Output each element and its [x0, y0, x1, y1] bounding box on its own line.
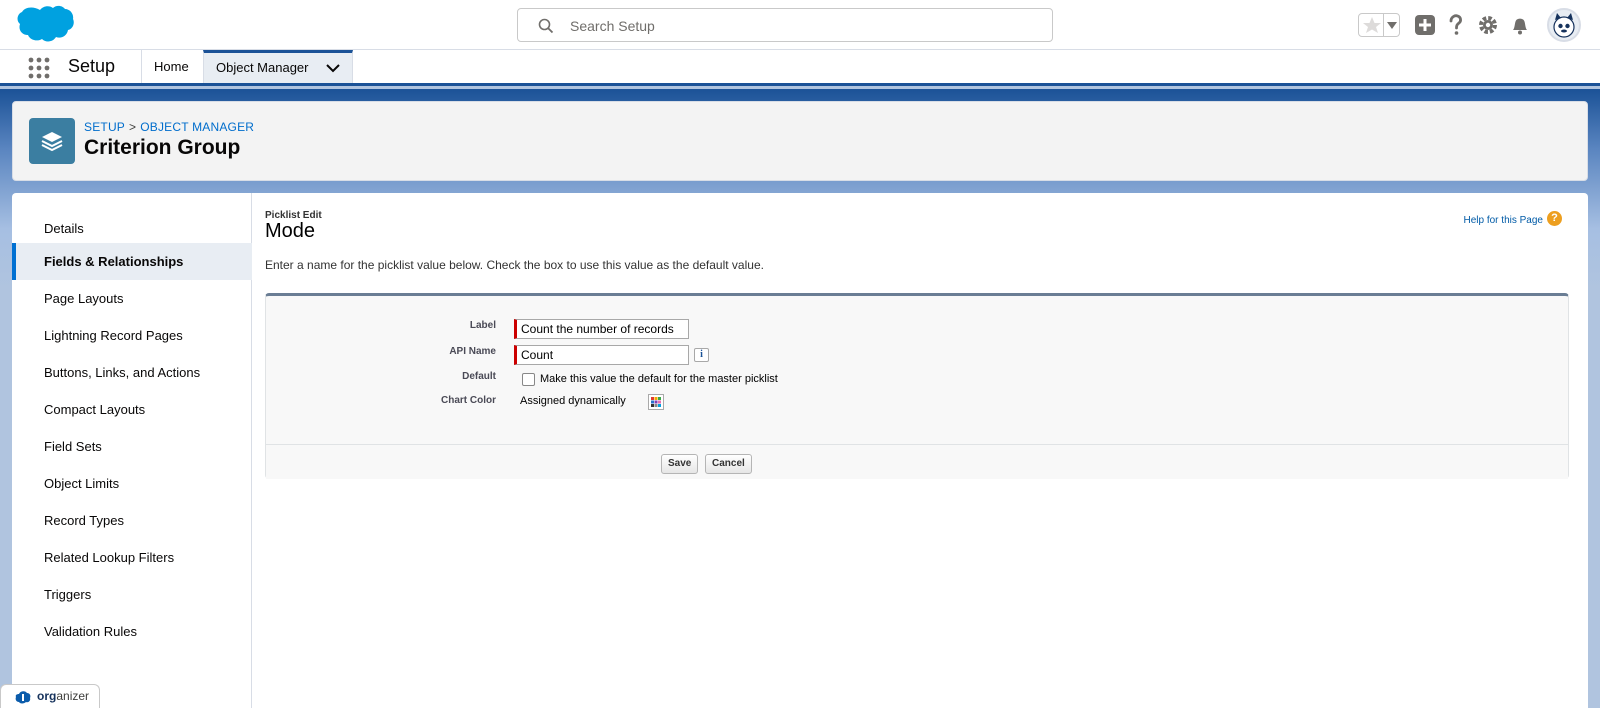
help-link[interactable]: Help for this Page [1464, 215, 1544, 226]
search-icon [538, 18, 554, 34]
left-nav-item-details[interactable]: Details [12, 210, 252, 247]
chart-color-field-label: Chart Color [441, 395, 496, 406]
default-checkbox[interactable] [522, 373, 535, 386]
button-row: Save Cancel [266, 444, 1568, 479]
tab-object-manager[interactable]: Object Manager [203, 50, 353, 83]
organizer-tab[interactable]: organizer [0, 684, 100, 708]
salesforce-logo[interactable] [16, 5, 74, 45]
tab-home[interactable]: Home [141, 50, 203, 83]
tab-label: Object Manager [216, 60, 309, 75]
organizer-label-rest: anizer [56, 689, 90, 703]
left-nav: Details Fields & Relationships Page Layo… [12, 193, 252, 708]
organizer-label: organizer [37, 689, 89, 703]
content-card: Details Fields & Relationships Page Layo… [12, 193, 1588, 708]
label-input[interactable] [514, 319, 689, 339]
divider [1383, 14, 1384, 36]
instructions-text: Enter a name for the picklist value belo… [265, 258, 764, 272]
help-icon[interactable]: ? [1547, 211, 1562, 226]
edit-form: Label API Name i Default Make this value… [265, 293, 1569, 479]
api-name-input[interactable] [514, 345, 689, 365]
add-icon[interactable] [1413, 13, 1437, 37]
chart-color-value: Assigned dynamically [520, 395, 626, 407]
app-nav-bar: Setup Home Object Manager [0, 50, 1600, 86]
breadcrumb-object-manager-link[interactable]: OBJECT MANAGER [140, 120, 254, 134]
breadcrumb-separator: > [129, 120, 137, 134]
page-heading: Mode [265, 220, 316, 242]
info-icon[interactable]: i [694, 348, 709, 362]
left-nav-item-validation-rules[interactable]: Validation Rules [12, 613, 252, 650]
favorites-group[interactable] [1358, 13, 1400, 37]
avatar[interactable] [1547, 8, 1581, 42]
page-title: Criterion Group [84, 136, 241, 159]
left-nav-item-lightning-record-pages[interactable]: Lightning Record Pages [12, 317, 252, 354]
chevron-down-icon[interactable] [326, 63, 340, 73]
avatar-icon [1553, 13, 1575, 38]
color-picker-icon[interactable] [648, 394, 664, 410]
app-launcher-icon[interactable] [28, 57, 50, 79]
left-nav-item-fields-relationships[interactable]: Fields & Relationships [12, 243, 252, 280]
label-field-label: Label [469, 320, 496, 331]
breadcrumb-setup-link[interactable]: SETUP [84, 120, 125, 134]
api-name-field-label: API Name [449, 346, 496, 357]
left-nav-item-buttons-links-actions[interactable]: Buttons, Links, and Actions [12, 354, 252, 391]
left-nav-item-triggers[interactable]: Triggers [12, 576, 252, 613]
global-header [0, 0, 1600, 50]
default-field-label: Default [462, 371, 496, 382]
help-icon[interactable] [1444, 13, 1468, 37]
app-name: Setup [68, 56, 116, 76]
left-nav-item-related-lookup-filters[interactable]: Related Lookup Filters [12, 539, 252, 576]
search-input[interactable] [568, 15, 1028, 37]
main-panel: Picklist Edit Mode Help for this Page ? … [265, 193, 1588, 708]
left-nav-item-compact-layouts[interactable]: Compact Layouts [12, 391, 252, 428]
gear-icon[interactable] [1476, 13, 1500, 37]
object-header: SETUP > OBJECT MANAGER Criterion Group [12, 101, 1588, 181]
left-nav-item-page-layouts[interactable]: Page Layouts [12, 280, 252, 317]
organizer-logo-icon [15, 691, 31, 704]
tab-label: Home [154, 59, 189, 74]
left-nav-item-field-sets[interactable]: Field Sets [12, 428, 252, 465]
left-nav-item-object-limits[interactable]: Object Limits [12, 465, 252, 502]
layers-icon [29, 118, 75, 164]
left-nav-item-record-types[interactable]: Record Types [12, 502, 252, 539]
chevron-down-icon[interactable] [1387, 22, 1397, 29]
star-icon[interactable] [1362, 16, 1382, 34]
default-checkbox-label: Make this value the default for the mast… [540, 373, 778, 385]
save-button[interactable]: Save [661, 454, 699, 474]
organizer-label-bold: org [37, 689, 57, 703]
cancel-button[interactable]: Cancel [705, 454, 752, 474]
search-bar[interactable] [517, 8, 1053, 42]
bell-icon[interactable] [1508, 13, 1532, 37]
breadcrumb: SETUP > OBJECT MANAGER [84, 120, 254, 134]
